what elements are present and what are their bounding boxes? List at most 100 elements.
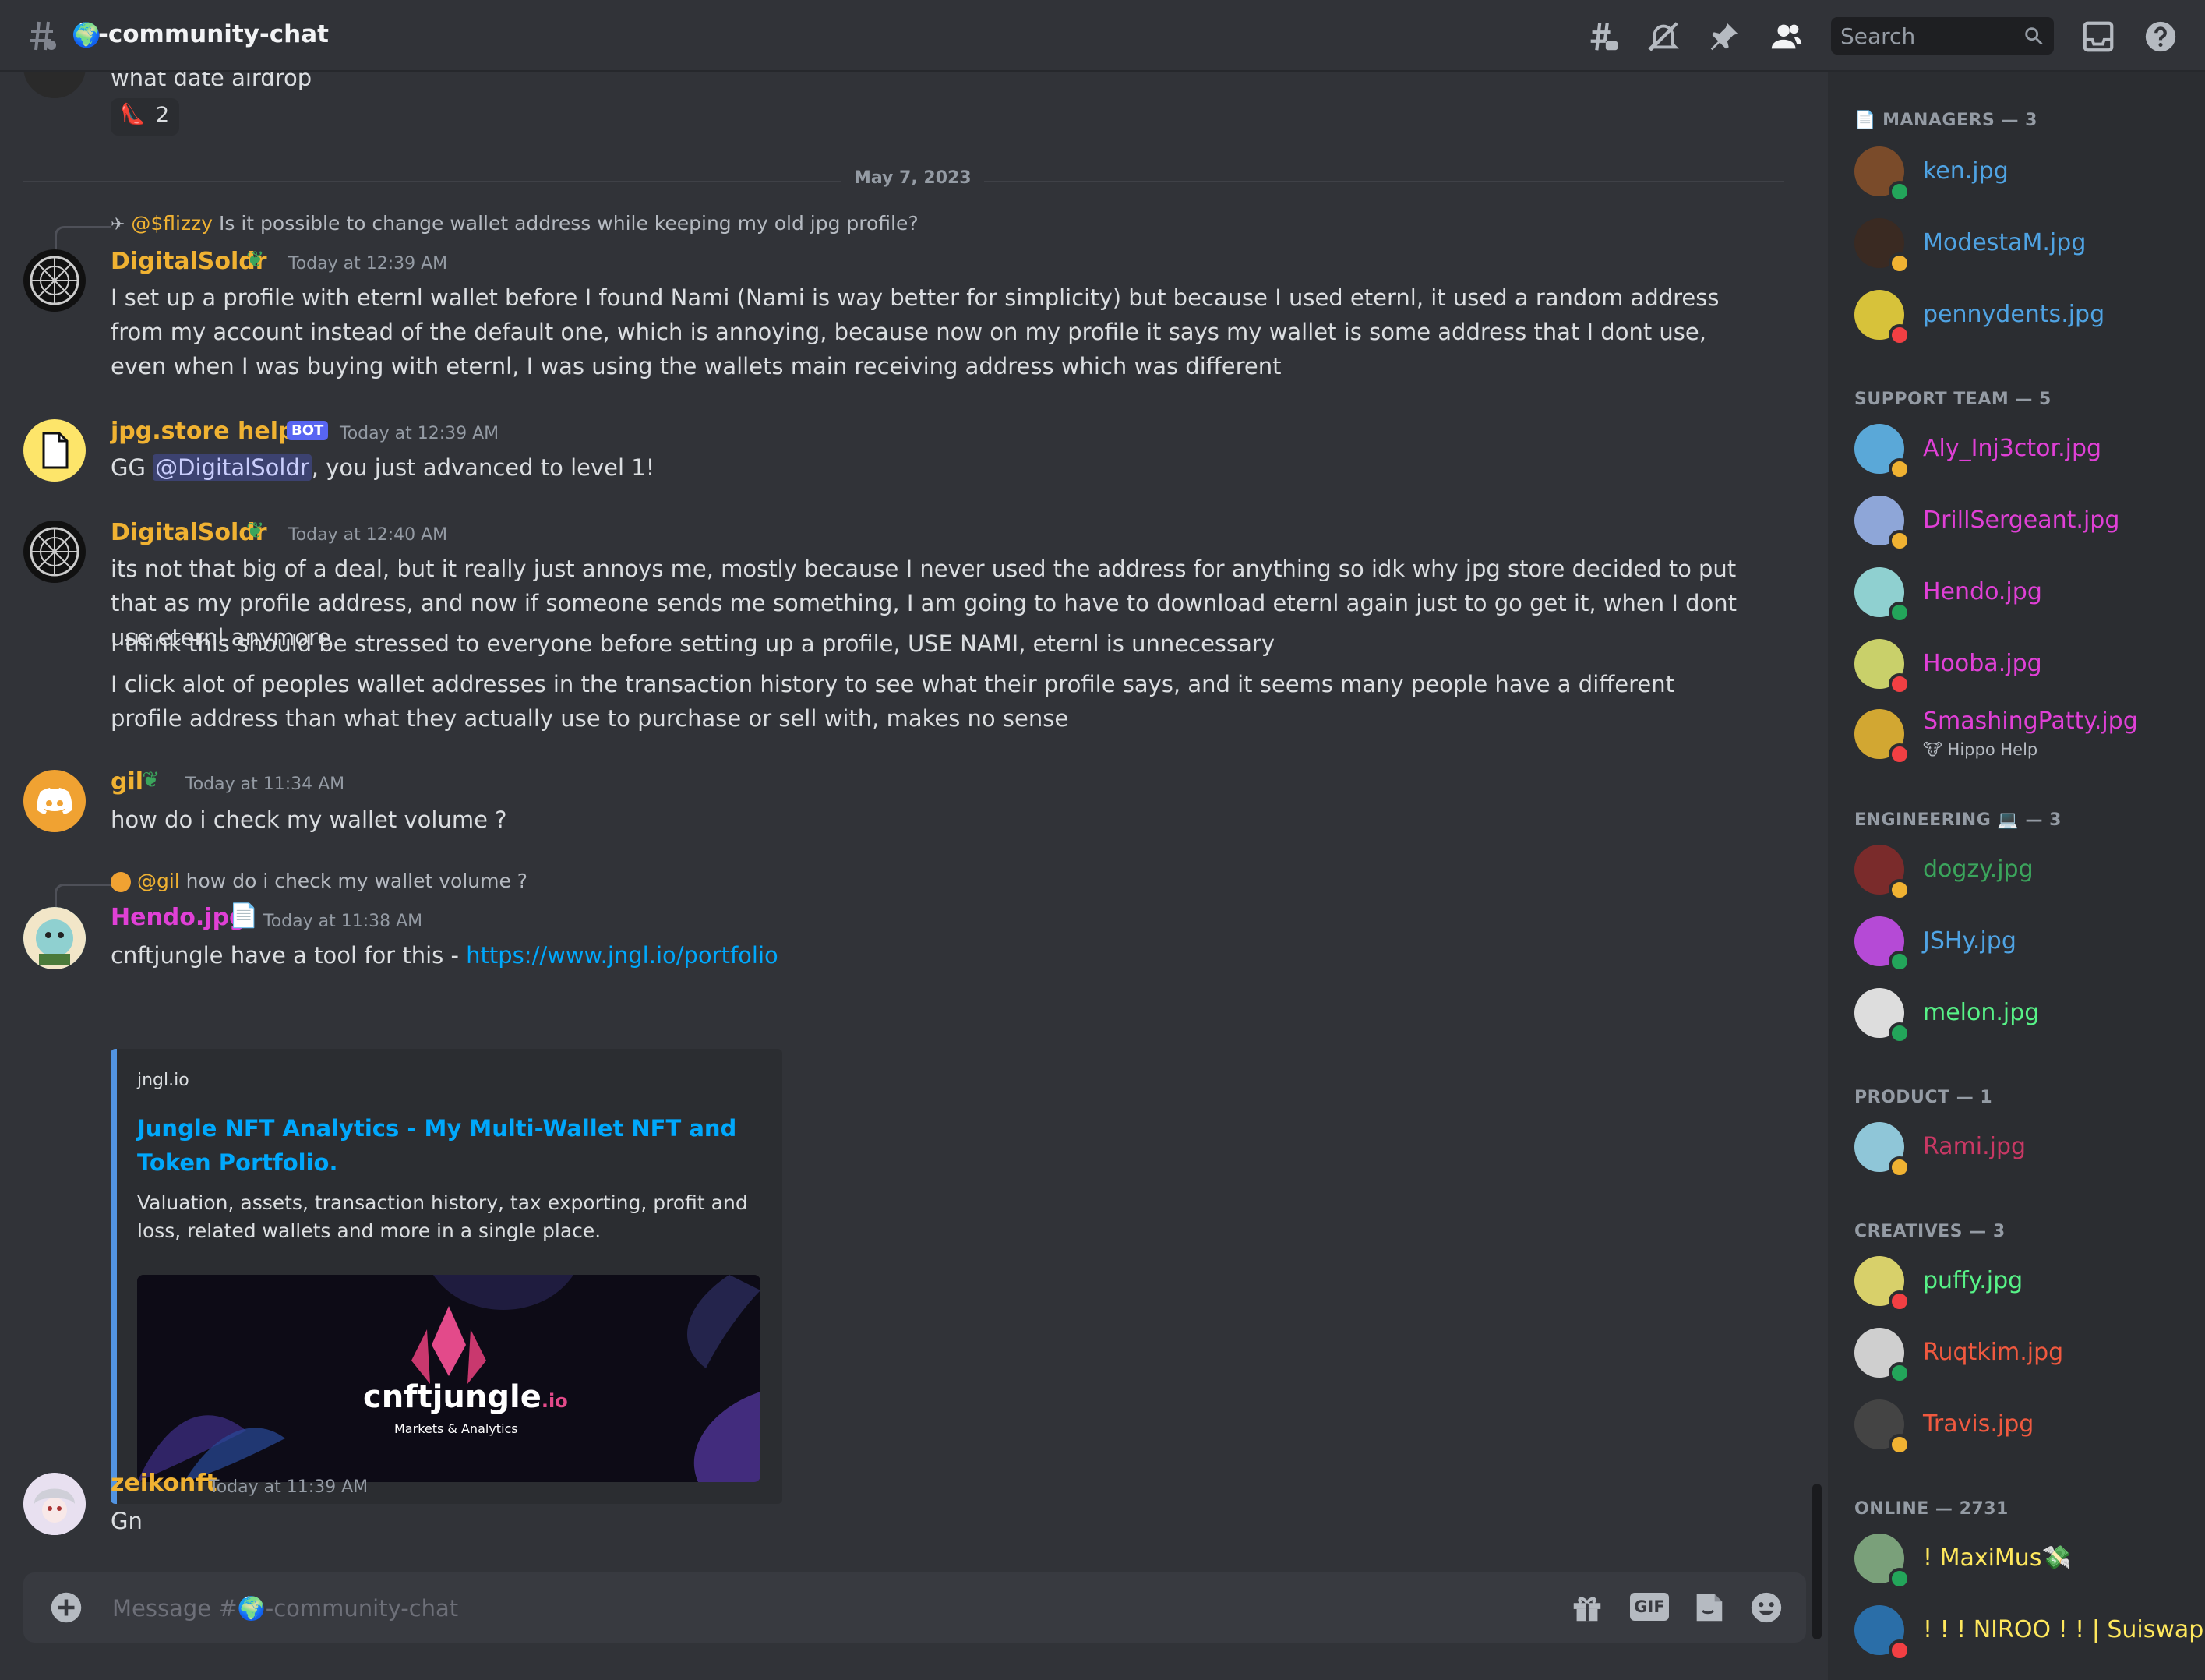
message-timestamp: Today at 12:39 AM bbox=[340, 424, 499, 443]
avatar[interactable] bbox=[23, 770, 86, 832]
chat-scrollbar[interactable] bbox=[1812, 1484, 1822, 1639]
document-icon: 📄 bbox=[1854, 111, 1876, 130]
search-placeholder: Search bbox=[1840, 23, 1916, 49]
member-group-title: ONLINE — 2731 bbox=[1854, 1499, 2009, 1519]
member-name: Travis.jpg bbox=[1923, 1410, 2034, 1438]
reaction-button[interactable]: 👠 2 bbox=[111, 98, 179, 136]
member-item[interactable]: SmashingPatty.jpg 🐮 Hippo Help bbox=[1854, 706, 2197, 768]
member-activity: 🐮 Hippo Help bbox=[1923, 740, 2037, 759]
member-name: Hooba.jpg bbox=[1923, 650, 2042, 677]
inbox-icon[interactable] bbox=[2080, 19, 2116, 55]
member-item[interactable]: Travis.jpg bbox=[1854, 1396, 2197, 1459]
member-item[interactable]: puffy.jpg bbox=[1854, 1253, 2197, 1315]
member-group-title: ENGINEERING 💻 — 3 bbox=[1854, 810, 2062, 830]
embed-brand-suffix: .io bbox=[541, 1390, 568, 1412]
member-name: ! MaxiMus💸 bbox=[1923, 1544, 2071, 1572]
message-content: I click alot of peoples wallet addresses… bbox=[111, 671, 1674, 732]
online-status-icon bbox=[1889, 951, 1910, 972]
message-content: Gn bbox=[111, 1508, 143, 1534]
channel-header: 🌍 -community-chat Search bbox=[0, 0, 2205, 72]
reply-author[interactable]: @$flizzy bbox=[131, 212, 213, 235]
member-item[interactable]: Hendo.jpg bbox=[1854, 564, 2197, 626]
online-status-icon bbox=[1889, 1568, 1910, 1590]
message-text: GG bbox=[111, 454, 153, 481]
message-text: cnftjungle have a tool for this - bbox=[111, 942, 467, 969]
idle-status-icon bbox=[1889, 252, 1910, 274]
member-name: pennydents.jpg bbox=[1923, 301, 2105, 328]
member-group-label: MANAGERS — 3 bbox=[1882, 111, 2037, 130]
avatar[interactable] bbox=[23, 72, 86, 98]
dnd-status-icon bbox=[1889, 673, 1910, 695]
online-status-icon bbox=[1889, 602, 1910, 623]
avatar[interactable] bbox=[23, 1473, 86, 1535]
member-item[interactable]: ! ! ! NIROO ! ! | Suiswap bbox=[1854, 1602, 2203, 1664]
message-author[interactable]: gil bbox=[111, 768, 143, 796]
threads-icon[interactable] bbox=[1585, 19, 1621, 55]
avatar[interactable] bbox=[23, 249, 86, 312]
member-item[interactable]: DrillSergeant.jpg bbox=[1854, 492, 2197, 555]
reply-author[interactable]: @gil bbox=[137, 870, 180, 892]
message-author[interactable]: Hendo.jpg bbox=[111, 904, 246, 931]
message-author[interactable]: DigitalSoldr bbox=[111, 519, 267, 546]
embed-image[interactable]: cnftjungle.io Markets & Analytics bbox=[137, 1275, 760, 1482]
member-item[interactable]: JSHy.jpg bbox=[1854, 913, 2197, 976]
member-item[interactable]: Aly_Inj3ctor.jpg bbox=[1854, 421, 2197, 483]
message-content: how do i check my wallet volume ? bbox=[111, 806, 507, 833]
dnd-status-icon bbox=[1889, 1639, 1910, 1661]
member-item[interactable]: pennydents.jpg bbox=[1854, 287, 2197, 349]
gift-icon[interactable] bbox=[1569, 1590, 1605, 1625]
leaf-decoration-icon bbox=[137, 1275, 760, 1482]
notification-muted-icon[interactable] bbox=[1646, 19, 1681, 55]
member-activity-text: Hippo Help bbox=[1947, 740, 2038, 759]
member-group-title: CREATIVES — 3 bbox=[1854, 1222, 2006, 1241]
member-item[interactable]: dogzy.jpg bbox=[1854, 842, 2197, 904]
avatar[interactable] bbox=[23, 907, 86, 969]
embed-title[interactable]: Jungle NFT Analytics - My Multi-Wallet N… bbox=[137, 1111, 760, 1180]
member-item[interactable]: Ruqtkim.jpg bbox=[1854, 1325, 2197, 1387]
cow-icon: 🐮 bbox=[1923, 740, 1942, 759]
member-name: Hendo.jpg bbox=[1923, 578, 2042, 605]
member-item[interactable]: ! MaxiMus💸 bbox=[1854, 1530, 2197, 1593]
idle-status-icon bbox=[1889, 458, 1910, 480]
reply-preview[interactable]: ✈ @$flizzy Is it possible to change wall… bbox=[111, 212, 919, 235]
member-item[interactable]: ken.jpg bbox=[1854, 143, 2197, 206]
message-input[interactable] bbox=[111, 1591, 1555, 1625]
reply-preview[interactable]: @gil how do i check my wallet volume ? bbox=[111, 870, 527, 892]
avatar[interactable] bbox=[23, 521, 86, 583]
sticker-icon[interactable] bbox=[1691, 1590, 1727, 1625]
message-content: GG @DigitalSoldr, you just advanced to l… bbox=[111, 450, 1747, 485]
pinned-messages-icon[interactable] bbox=[1706, 19, 1742, 55]
avatar[interactable] bbox=[23, 419, 86, 482]
message-content: what date airdrop bbox=[111, 72, 312, 91]
member-item[interactable]: ModestaM.jpg bbox=[1854, 215, 2197, 277]
idle-status-icon bbox=[1889, 1156, 1910, 1178]
online-status-icon bbox=[1889, 181, 1910, 203]
message-timestamp: Today at 11:39 AM bbox=[209, 1477, 369, 1497]
member-item[interactable]: Hooba.jpg bbox=[1854, 636, 2197, 698]
help-icon[interactable] bbox=[2143, 19, 2179, 55]
member-item[interactable]: Rami.jpg bbox=[1854, 1119, 2197, 1181]
heel-emoji-icon: 👠 bbox=[120, 103, 146, 126]
user-mention[interactable]: @DigitalSoldr bbox=[153, 454, 312, 481]
emoji-icon[interactable] bbox=[1748, 1590, 1784, 1625]
idle-status-icon bbox=[1889, 879, 1910, 901]
gif-picker-button[interactable]: GIF bbox=[1630, 1593, 1669, 1621]
add-attachment-icon[interactable] bbox=[50, 1591, 83, 1624]
reply-text: how do i check my wallet volume ? bbox=[185, 870, 528, 892]
message-author[interactable]: DigitalSoldr bbox=[111, 248, 267, 275]
message-content: cnftjungle have a tool for this - https:… bbox=[111, 938, 1747, 972]
search-icon bbox=[2025, 27, 2043, 45]
anime-avatar-icon bbox=[23, 1473, 86, 1535]
message-timestamp: Today at 11:38 AM bbox=[263, 912, 423, 931]
member-list-icon[interactable] bbox=[1769, 19, 1805, 55]
embed-brand-text: cnftjungle.io bbox=[363, 1379, 568, 1415]
member-group-title: SUPPORT TEAM — 5 bbox=[1854, 390, 2052, 409]
message-author[interactable]: zeikonft bbox=[111, 1470, 217, 1497]
message-link[interactable]: https://www.jngl.io/portfolio bbox=[466, 942, 778, 969]
hendo-avatar-icon bbox=[23, 907, 86, 969]
message-text: , you just advanced to level 1! bbox=[311, 454, 655, 481]
embed-provider[interactable]: jngl.io bbox=[137, 1071, 189, 1090]
search-box[interactable]: Search bbox=[1831, 17, 2054, 55]
member-name: Aly_Inj3ctor.jpg bbox=[1923, 435, 2102, 462]
member-item[interactable]: melon.jpg bbox=[1854, 985, 2197, 1047]
